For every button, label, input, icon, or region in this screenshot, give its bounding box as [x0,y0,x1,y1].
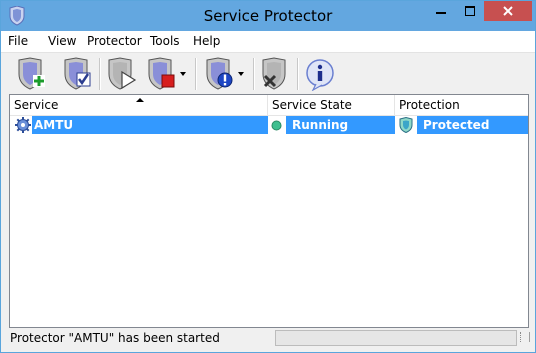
alert-protector-button[interactable] [203,57,244,91]
column-header-service-state[interactable]: Service State [268,95,395,115]
status-text: Protector "AMTU" has been started [10,331,220,345]
start-protector-button[interactable] [105,57,137,91]
minimize-button[interactable] [426,1,455,21]
info-icon [306,59,334,91]
start-protector-icon [108,57,137,90]
toolbar-separator [195,58,197,90]
menu-protector[interactable]: Protector [87,34,142,48]
protection-state: Protected [417,116,528,134]
menu-tools[interactable]: Tools [150,34,180,48]
info-button[interactable] [304,57,336,91]
app-window: Service Protector File View Protector To… [0,0,536,353]
resize-grip[interactable] [520,332,530,342]
column-header-protection[interactable]: Protection [395,95,528,115]
status-icon-box [268,116,286,134]
toolbar [1,53,535,94]
protection-cell: Protected [395,116,528,134]
protection-icon-box [395,116,417,134]
running-status-icon [271,120,282,131]
service-state-cell: Running [268,116,395,134]
menu-bar: File View Protector Tools Help [1,31,535,53]
services-list[interactable]: Service Service State Protection AMTU Ru… [9,94,529,328]
stop-protector-icon [148,57,175,90]
chevron-down-icon[interactable] [180,72,186,76]
menu-help[interactable]: Help [193,34,220,48]
toolbar-separator [253,58,255,90]
check-protector-icon [64,57,91,90]
title-bar[interactable]: Service Protector [1,1,535,31]
maximize-button[interactable] [455,1,484,21]
chevron-down-icon[interactable] [238,72,244,76]
toolbar-separator [99,58,101,90]
progress-bar [275,330,517,346]
minimize-icon [435,12,446,14]
gear-icon [15,117,31,133]
table-row[interactable]: AMTU Running Protected [10,116,528,134]
sort-ascending-icon [136,98,144,102]
delete-protector-button[interactable] [259,57,291,91]
add-protector-button[interactable] [15,57,47,91]
delete-protector-icon [262,57,286,90]
stop-protector-button[interactable] [145,57,186,91]
toolbar-separator [297,58,299,90]
menu-view[interactable]: View [48,34,76,48]
check-protector-button[interactable] [61,57,93,91]
service-name-cell: AMTU [32,116,270,134]
shield-icon [399,117,413,133]
close-icon [503,6,513,16]
service-name: AMTU [34,118,74,132]
close-button[interactable] [484,1,532,21]
menu-file[interactable]: File [8,34,28,48]
status-bar: Protector "AMTU" has been started [1,328,535,352]
service-state: Running [286,116,395,134]
add-protector-icon [18,57,45,90]
alert-protector-icon [206,57,233,90]
maximize-icon [464,6,475,16]
list-header: Service Service State Protection [10,95,528,116]
